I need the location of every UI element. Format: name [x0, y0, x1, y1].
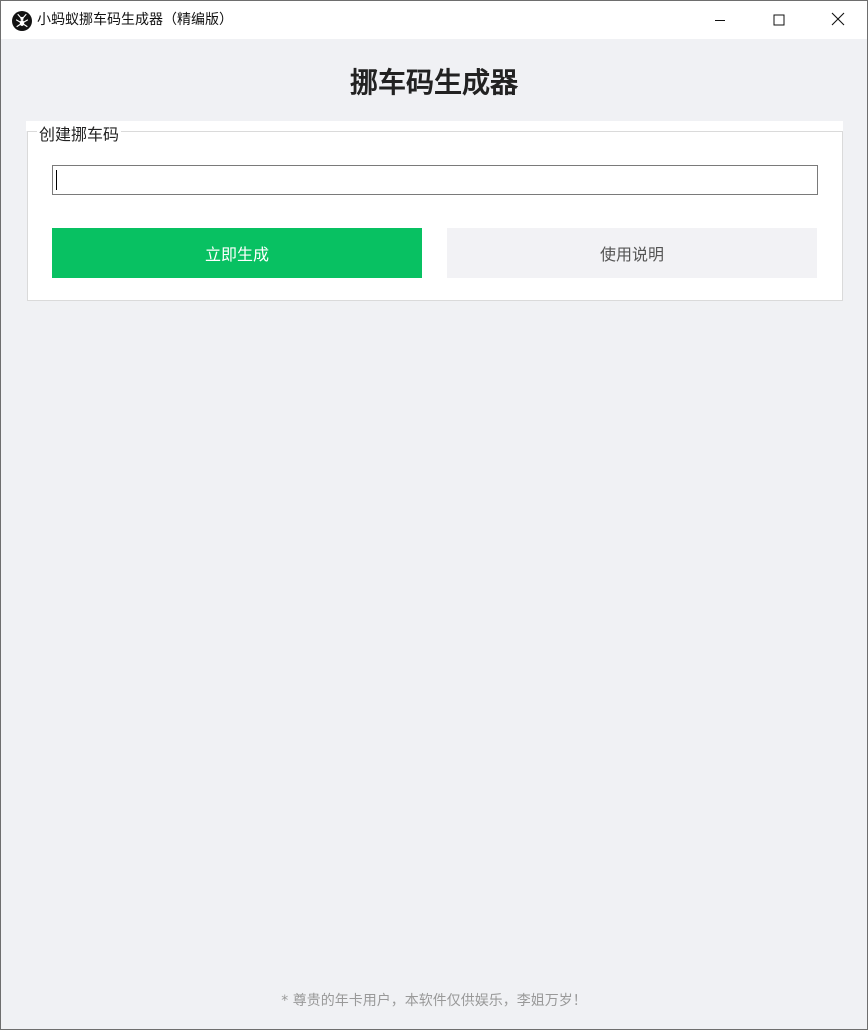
ant-logo-icon	[12, 11, 32, 31]
title-bar[interactable]: 小蚂蚁挪车码生成器（精编版）	[1, 1, 867, 39]
generate-button[interactable]: 立即生成	[52, 228, 422, 278]
text-caret	[56, 170, 57, 190]
close-button[interactable]	[809, 1, 867, 39]
code-input[interactable]	[52, 165, 818, 195]
panel-header-strip	[26, 121, 843, 131]
close-icon	[831, 11, 845, 30]
app-window: 小蚂蚁挪车码生成器（精编版） 挪车码生成器 创建挪车码 立即生成 使用说明 * …	[0, 0, 868, 1030]
footer-note: * 尊贵的年卡用户，本软件仅供娱乐，李姐万岁！	[281, 993, 587, 1009]
window-title: 小蚂蚁挪车码生成器（精编版）	[37, 12, 233, 28]
panel-legend: 创建挪车码	[37, 124, 122, 146]
page-title: 挪车码生成器	[349, 66, 518, 99]
maximize-icon	[773, 11, 785, 30]
maximize-button[interactable]	[750, 1, 808, 39]
help-button[interactable]: 使用说明	[447, 228, 817, 278]
minimize-button[interactable]	[691, 1, 749, 39]
minimize-icon	[714, 11, 726, 30]
